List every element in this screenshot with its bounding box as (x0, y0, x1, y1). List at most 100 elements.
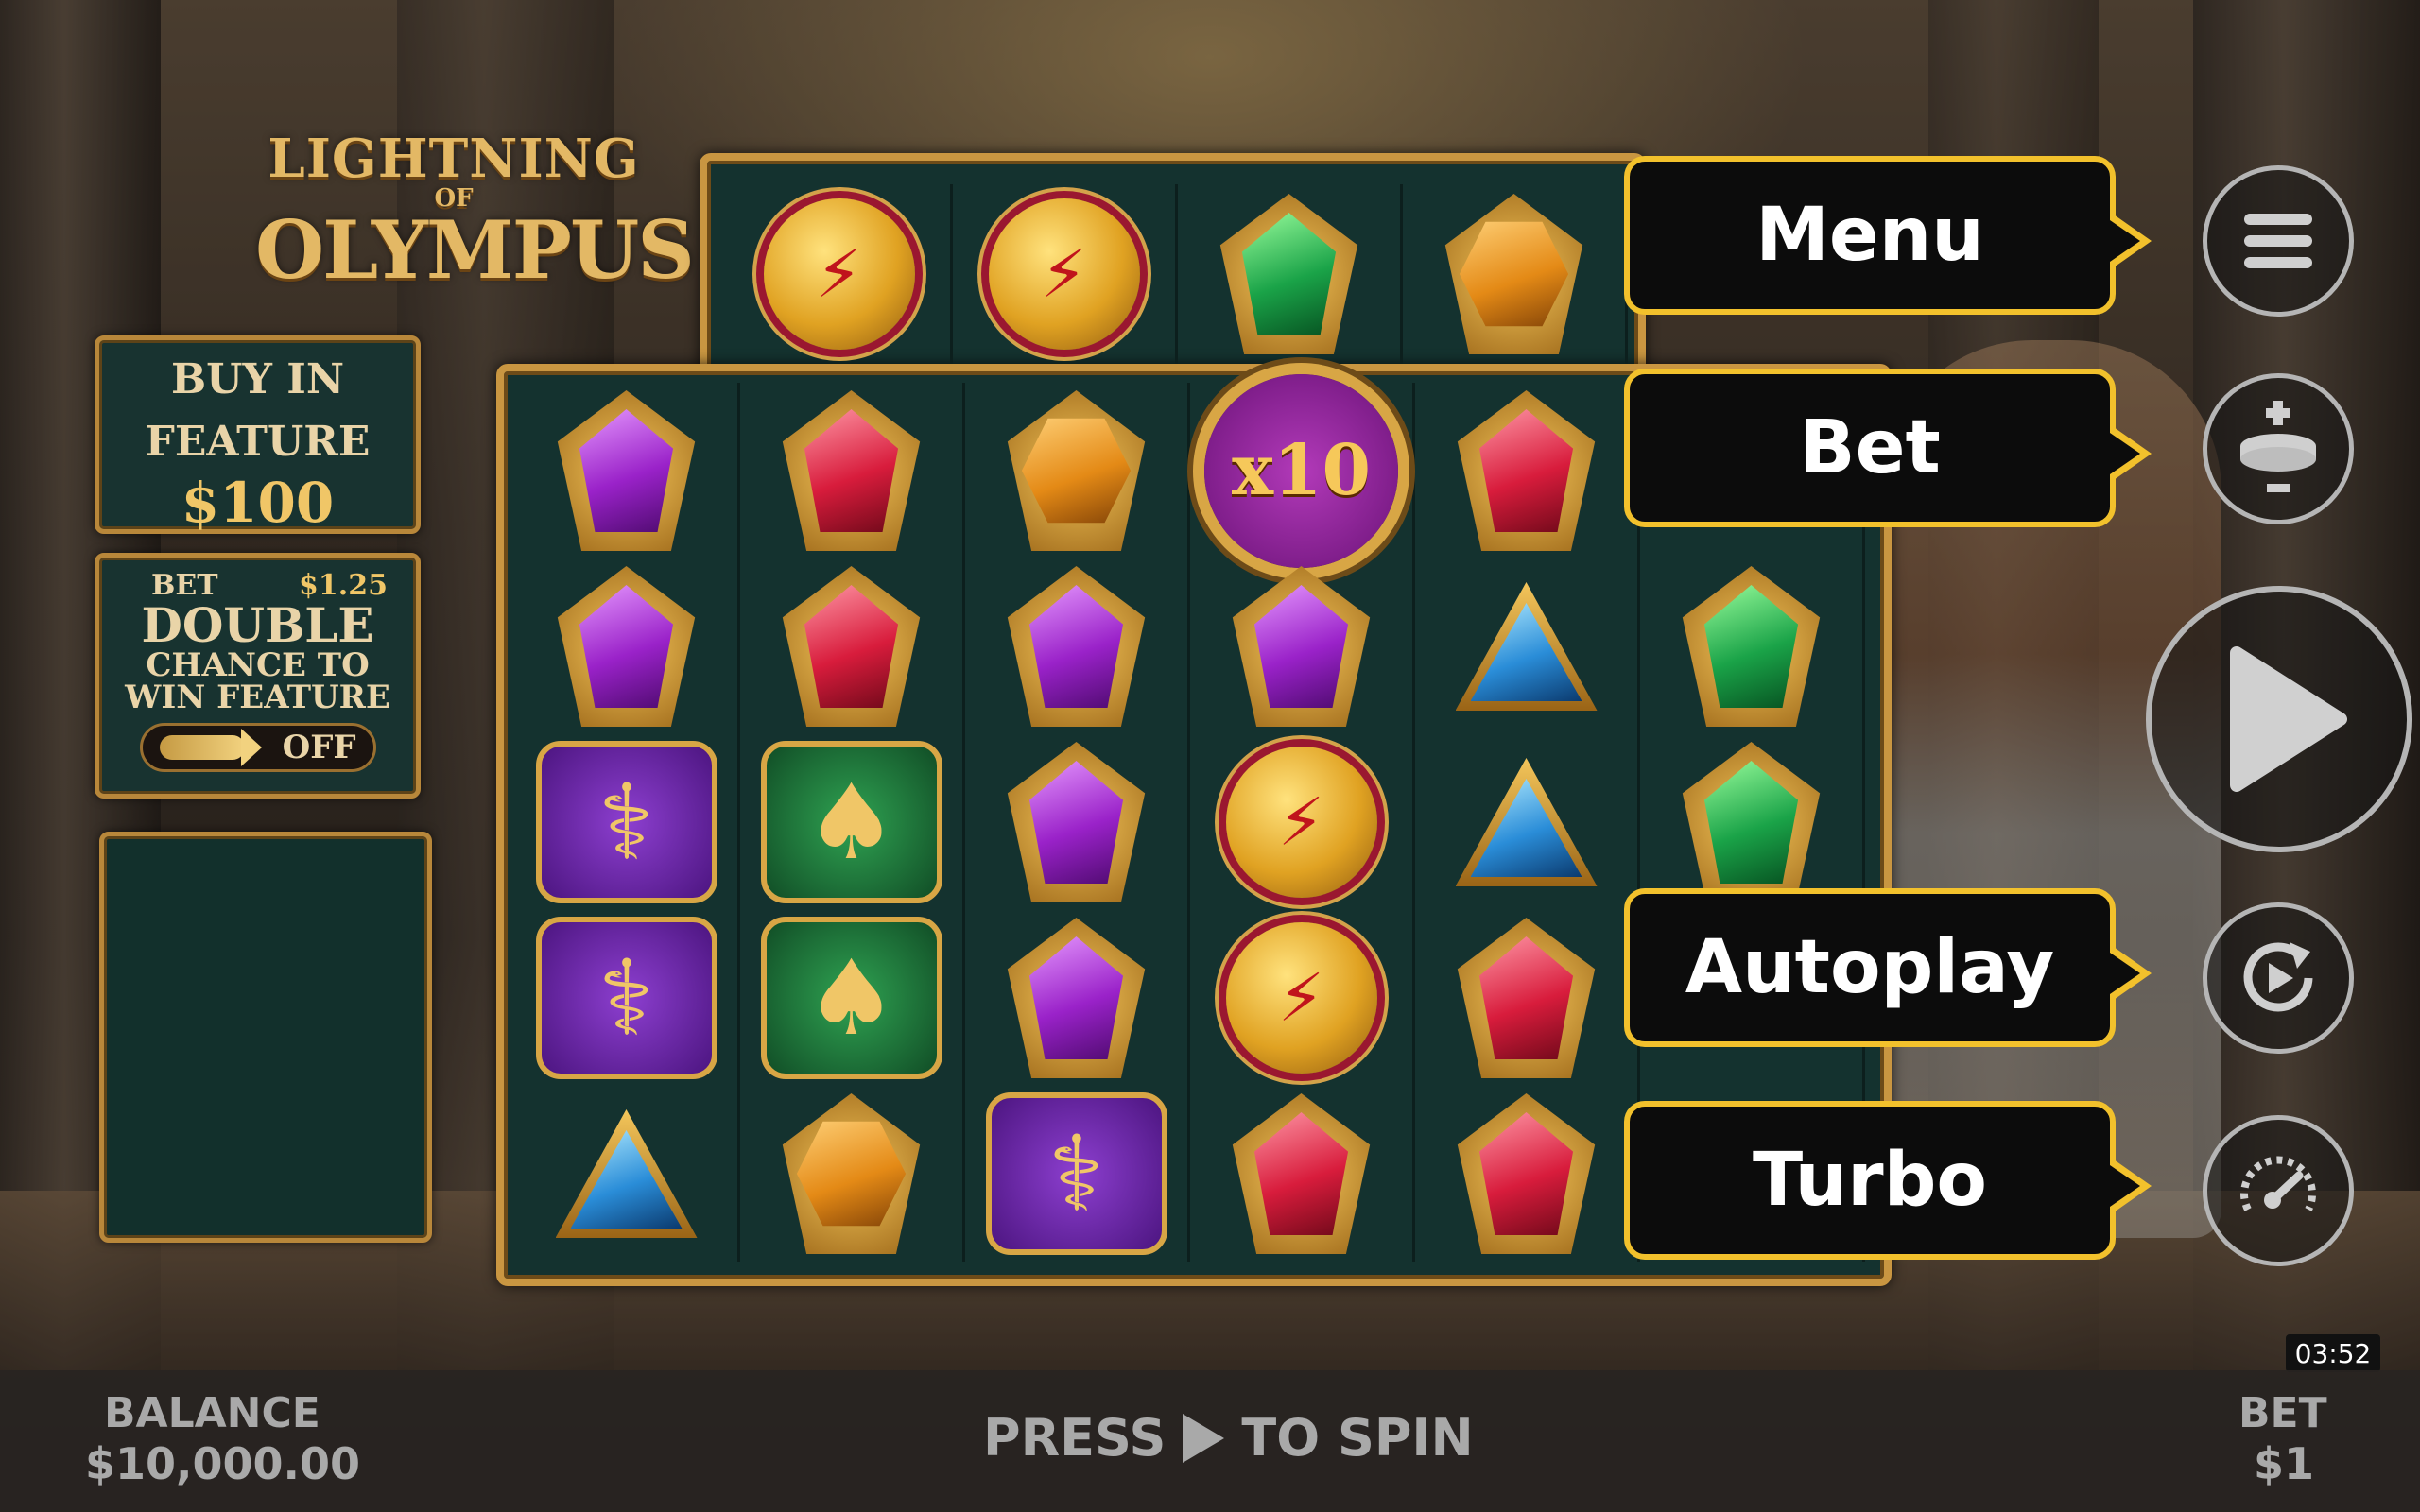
hamburger-icon (2244, 214, 2312, 268)
red-gem-icon (1457, 1093, 1596, 1254)
logo-line3: OLYMPUS (255, 203, 695, 297)
toggle-state-label: OFF (282, 729, 356, 766)
reel-cell: ⚕ (515, 734, 740, 910)
reel-cell (1640, 734, 1865, 910)
reel-cell (1640, 558, 1865, 734)
reel-cell (740, 558, 965, 734)
buy-feature-line2: FEATURE (145, 418, 371, 466)
press-to-spin-prompt: PRESS TO SPIN (983, 1408, 1474, 1468)
lightning-coin-icon: ⚡ (1225, 747, 1377, 898)
bet-tooltip[interactable]: Bet (1624, 369, 2152, 527)
press-text: PRESS (983, 1408, 1167, 1468)
toggle-arrow-icon (159, 729, 262, 766)
multiplier-x10-symbol: x10 (1204, 373, 1398, 568)
play-icon (2230, 646, 2347, 792)
orange-gem-icon (1444, 194, 1583, 354)
top-cell-2: ⚡ (953, 184, 1178, 364)
chalice-icon: ♠ (760, 917, 942, 1079)
double-chance-toggle[interactable]: OFF (139, 723, 376, 772)
reel-cell (740, 1086, 965, 1262)
game-logo: LIGHTNING OF OLYMPUS (255, 128, 695, 297)
blue-triangle-gem-icon (1455, 758, 1598, 886)
side-info-panel (99, 832, 432, 1243)
bet-button[interactable] (2203, 373, 2354, 524)
spin-button[interactable] (2146, 586, 2412, 852)
green-gem-icon (1682, 566, 1821, 727)
reel-cell (1415, 558, 1640, 734)
double-chance-panel: BET $1.25 DOUBLE CHANCE TO WIN FEATURE O… (95, 553, 421, 799)
reel-cell (1415, 383, 1640, 558)
reel-cell (965, 558, 1190, 734)
top-cell-3 (1178, 184, 1403, 364)
lightning-coin-icon: ⚡ (763, 198, 915, 350)
autoplay-tooltip[interactable]: Autoplay (1624, 888, 2152, 1047)
lightning-coin-icon: ⚡ (1225, 922, 1377, 1074)
menu-tooltip[interactable]: Menu (1624, 156, 2152, 315)
red-gem-icon (782, 566, 921, 727)
bet-value: $1 (2254, 1438, 2315, 1489)
red-gem-icon (1457, 918, 1596, 1078)
blue-triangle-gem-icon (555, 1109, 698, 1238)
reel-cell (1190, 558, 1415, 734)
lightning-coin-icon: ⚡ (988, 198, 1140, 350)
buy-feature-price: $100 (181, 471, 335, 535)
harp-icon: ⚕ (535, 917, 717, 1079)
chalice-icon: ♠ (760, 741, 942, 903)
green-gem-icon (1219, 194, 1358, 354)
speedometer-icon (2240, 1156, 2316, 1211)
buy-feature-line1: BUY IN (170, 355, 345, 404)
session-clock: 03:52 (2286, 1334, 2380, 1372)
purple-gem-icon (557, 390, 696, 551)
reel-cell: ♠ (740, 910, 965, 1086)
red-gem-icon (1232, 1093, 1371, 1254)
reel-cell (740, 383, 965, 558)
buy-feature-button[interactable]: BUY IN FEATURE $100 (95, 335, 421, 535)
harp-icon: ⚕ (985, 1092, 1167, 1255)
red-gem-icon (1457, 390, 1596, 551)
purple-gem-icon (1232, 566, 1371, 727)
reel-cell (515, 558, 740, 734)
purple-gem-icon (557, 566, 696, 727)
autoplay-icon (2243, 942, 2313, 1012)
balance-label: BALANCE (104, 1389, 320, 1437)
turbo-tooltip-label: Turbo (1752, 1138, 1988, 1223)
purple-gem-icon (1007, 566, 1146, 727)
reel-cell (1415, 734, 1640, 910)
harp-icon: ⚕ (535, 741, 717, 903)
reel-cell (515, 383, 740, 558)
play-icon (1183, 1413, 1225, 1463)
menu-button[interactable] (2203, 165, 2354, 317)
logo-line1: LIGHTNING (268, 128, 640, 190)
top-cell-1: ⚡ (728, 184, 953, 364)
reel-cell: ♠ (740, 734, 965, 910)
reel-cell (1415, 1086, 1640, 1262)
green-gem-icon (1682, 742, 1821, 902)
to-spin-text: TO SPIN (1241, 1408, 1474, 1468)
reel-cell (965, 910, 1190, 1086)
blue-triangle-gem-icon (1455, 582, 1598, 711)
double-chance-line3: WIN FEATURE (125, 679, 390, 716)
bet-label: BET (2238, 1389, 2327, 1437)
reel-cell: ⚕ (965, 1086, 1190, 1262)
orange-gem-icon (1007, 390, 1146, 551)
double-chance-line1: DOUBLE (141, 597, 374, 653)
autoplay-button[interactable] (2203, 902, 2354, 1054)
reel-cell (515, 1086, 740, 1262)
reel-cell (965, 734, 1190, 910)
orange-gem-icon (782, 1093, 921, 1254)
purple-gem-icon (1007, 742, 1146, 902)
red-gem-icon (782, 390, 921, 551)
balance-value: $10,000.00 (85, 1438, 361, 1489)
purple-gem-icon (1007, 918, 1146, 1078)
turbo-button[interactable] (2203, 1115, 2354, 1266)
reel-cell (1190, 1086, 1415, 1262)
top-reel-row: ⚡ ⚡ (728, 184, 1628, 364)
turbo-tooltip[interactable]: Turbo (1624, 1101, 2152, 1260)
reel-cell: ⚡ (1190, 910, 1415, 1086)
reel-cell: ⚡ (1190, 734, 1415, 910)
reel-cell (965, 383, 1190, 558)
reel-cell: ⚕ (515, 910, 740, 1086)
coin-stack-plus-minus-icon (2240, 401, 2316, 492)
bet-tooltip-label: Bet (1799, 405, 1941, 490)
autoplay-tooltip-label: Autoplay (1685, 925, 2055, 1010)
